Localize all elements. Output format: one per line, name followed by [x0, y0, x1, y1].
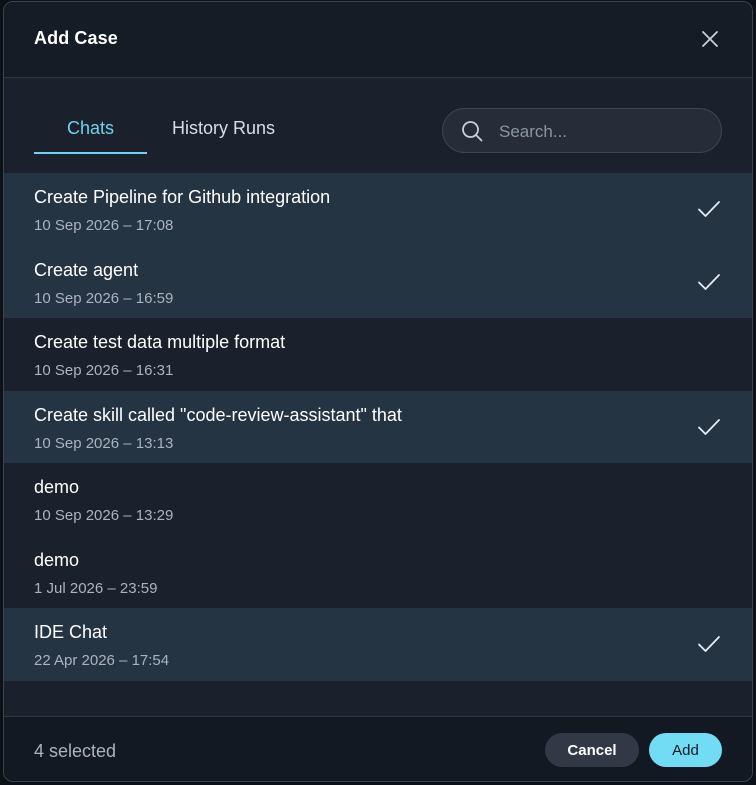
list-item[interactable]: Create Pipeline for Github integration 1…: [4, 173, 752, 246]
list-item-title: IDE Chat: [34, 622, 108, 642]
add-button[interactable]: Add: [649, 733, 722, 767]
list-item-title: demo: [34, 477, 80, 497]
list-item-date: 10 Sep 2026 – 16:59: [34, 289, 174, 307]
list-item-title: demo: [34, 549, 80, 570]
list-item-date: 1 Jul 2026 – 23:59: [34, 579, 158, 597]
list-item-date: 10 Sep 2026 – 16:31: [34, 362, 174, 379]
close-icon: [702, 31, 718, 47]
list-item-date: 10 Sep 2026 – 13:13: [34, 434, 174, 452]
list-item-title: Create agent: [34, 259, 139, 280]
tab-chats[interactable]: Chats: [34, 106, 147, 154]
dialog-footer: 4 selected Cancel Add: [4, 716, 752, 781]
cancel-button[interactable]: Cancel: [545, 733, 639, 767]
check-icon: [698, 201, 720, 217]
list-item-date: 10 Sep 2026 – 17:08: [34, 217, 174, 234]
list-item-date: 22 Apr 2026 – 17:54: [34, 652, 170, 669]
search-icon: [462, 121, 483, 142]
list-item[interactable]: demo 10 Sep 2026 – 13:29: [4, 463, 752, 536]
list-item[interactable]: IDE Chat 22 Apr 2026 – 17:54: [4, 608, 752, 681]
dialog-title: Add Case: [34, 28, 118, 48]
list-item[interactable]: Create skill called "code-review-assista…: [4, 390, 752, 463]
add-case-dialog: Add Case Chats History Runs Create Pipel…: [3, 1, 753, 782]
list-item[interactable]: Create agent 10 Sep 2026 – 16:59: [4, 245, 752, 318]
selected-count: 4 selected: [34, 741, 117, 761]
list-item-title: Create test data multiple format: [34, 332, 286, 352]
check-icon: [698, 273, 720, 290]
check-icon: [698, 636, 720, 652]
list-item[interactable]: Create test data multiple format 10 Sep …: [4, 318, 752, 391]
list-item-title: Create Pipeline for Github integration: [34, 187, 331, 207]
tab-history-runs[interactable]: History Runs: [166, 106, 281, 152]
check-icon: [698, 418, 720, 435]
search-box[interactable]: [442, 108, 722, 154]
list-item-title: Create skill called "code-review-assista…: [34, 404, 402, 425]
search-input[interactable]: [497, 109, 711, 154]
list-item[interactable]: demo 1 Jul 2026 – 23:59: [4, 536, 752, 609]
close-button[interactable]: [698, 27, 722, 51]
dialog-header: Add Case: [4, 2, 752, 78]
chat-list: Create Pipeline for Github integration 1…: [4, 173, 752, 681]
list-item-date: 10 Sep 2026 – 13:29: [34, 507, 174, 524]
